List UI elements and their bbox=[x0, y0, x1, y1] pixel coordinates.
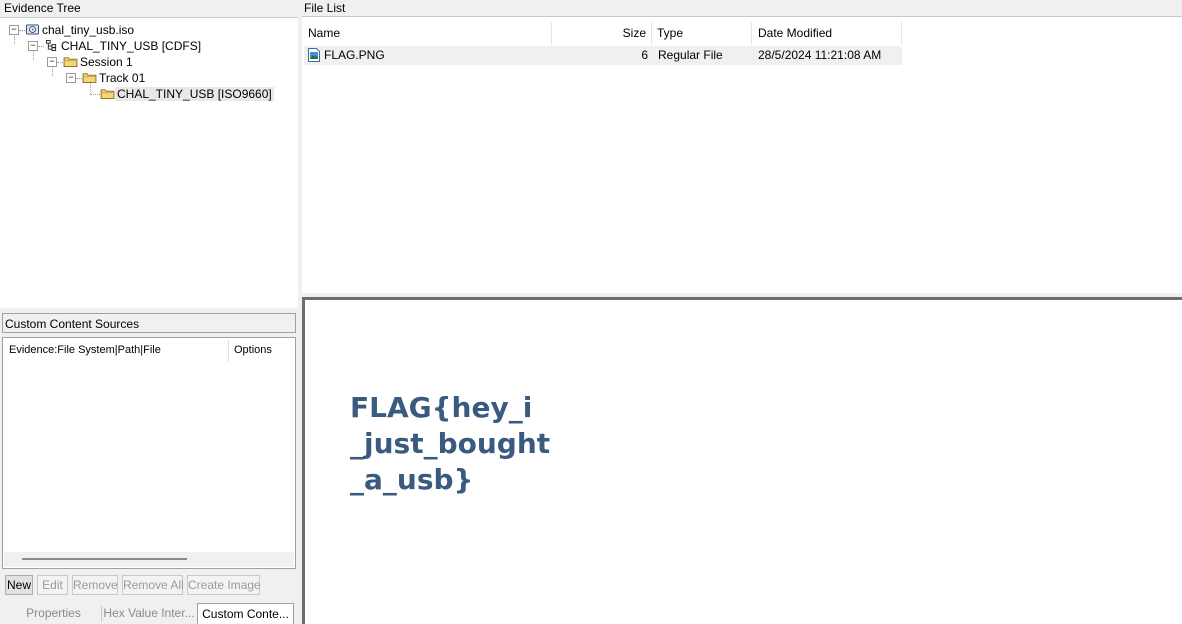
tree-node-iso[interactable]: chal_tiny_usb.iso bbox=[25, 22, 136, 38]
image-file-icon bbox=[308, 48, 320, 62]
file-list-panel: File List Name Size Type Date Modified F… bbox=[302, 0, 1182, 293]
tree-node-session[interactable]: Session 1 bbox=[63, 54, 135, 70]
remove-button[interactable]: Remove bbox=[72, 575, 118, 595]
tree-connector bbox=[33, 51, 34, 60]
flag-line: FLAG{hey_i bbox=[350, 391, 533, 424]
file-date-modified: 28/5/2024 11:21:08 AM bbox=[758, 48, 882, 62]
tree-node-track[interactable]: Track 01 bbox=[82, 70, 147, 86]
folder-icon bbox=[100, 89, 115, 99]
left-column: Evidence Tree − chal_tiny_usb.iso − CHAL… bbox=[0, 0, 300, 624]
create-image-button[interactable]: Create Image bbox=[187, 575, 261, 595]
tab-custom-content[interactable]: Custom Conte... bbox=[197, 603, 294, 624]
tree-node-label: CHAL_TINY_USB [CDFS] bbox=[61, 39, 202, 53]
disk-image-icon bbox=[26, 24, 39, 35]
new-button[interactable]: New bbox=[5, 575, 33, 595]
flag-line: _just_bought bbox=[350, 427, 551, 460]
edit-button[interactable]: Edit bbox=[37, 575, 68, 595]
evidence-tree[interactable]: − chal_tiny_usb.iso − CHAL_TINY_USB [CDF… bbox=[0, 18, 298, 308]
collapse-toggle-icon[interactable]: − bbox=[28, 41, 38, 51]
collapse-toggle-icon[interactable]: − bbox=[47, 57, 57, 67]
collapse-toggle-icon[interactable]: − bbox=[66, 73, 76, 83]
column-divider[interactable] bbox=[228, 340, 229, 362]
tab-properties[interactable]: Properties bbox=[6, 603, 101, 624]
file-type: Regular File bbox=[658, 48, 723, 62]
tab-hex-value-interpreter[interactable]: Hex Value Inter... bbox=[102, 603, 196, 624]
file-row[interactable]: FLAG.PNG 6 Regular File 28/5/2024 11:21:… bbox=[304, 46, 902, 65]
custom-content-sources-title: Custom Content Sources bbox=[2, 313, 296, 333]
tree-node-iso9660[interactable]: CHAL_TINY_USB [ISO9660] bbox=[100, 86, 274, 102]
tree-node-cdfs[interactable]: CHAL_TINY_USB [CDFS] bbox=[44, 38, 203, 54]
column-header-name[interactable]: Name bbox=[304, 22, 552, 44]
tree-connector bbox=[14, 36, 15, 44]
collapse-toggle-icon[interactable]: − bbox=[9, 25, 19, 35]
tree-node-label: CHAL_TINY_USB [ISO9660] bbox=[115, 87, 274, 101]
ccs-column-header: Evidence:File System|Path|File Options bbox=[3, 338, 295, 364]
custom-content-sources-list[interactable]: Evidence:File System|Path|File Options bbox=[2, 337, 296, 569]
evidence-tree-title: Evidence Tree bbox=[0, 0, 298, 18]
file-name: FLAG.PNG bbox=[324, 48, 385, 62]
horizontal-scrollbar[interactable] bbox=[4, 552, 294, 567]
scrollbar-thumb[interactable] bbox=[22, 558, 187, 560]
tree-connector bbox=[52, 67, 53, 76]
column-header-type[interactable]: Type bbox=[652, 22, 752, 44]
tree-node-label: chal_tiny_usb.iso bbox=[42, 23, 135, 37]
filesystem-icon bbox=[46, 40, 57, 51]
column-header-date-modified[interactable]: Date Modified bbox=[752, 22, 902, 44]
ccs-column-evidence[interactable]: Evidence:File System|Path|File bbox=[9, 344, 161, 356]
image-preview-panel: FLAG{hey_i _just_bought _a_usb} bbox=[302, 297, 1182, 624]
ccs-column-options[interactable]: Options bbox=[234, 344, 272, 356]
tree-node-label: Track 01 bbox=[99, 71, 146, 85]
evidence-tree-panel: Evidence Tree − chal_tiny_usb.iso − CHAL… bbox=[0, 0, 299, 308]
file-size: 6 bbox=[641, 48, 648, 62]
tree-connector bbox=[90, 94, 100, 95]
remove-all-button[interactable]: Remove All bbox=[122, 575, 184, 595]
tree-node-label: Session 1 bbox=[80, 55, 133, 69]
flag-line: _a_usb} bbox=[350, 463, 474, 496]
folder-icon bbox=[63, 57, 78, 67]
flag-image-text: FLAG{hey_i _just_bought _a_usb} bbox=[350, 390, 550, 498]
folder-icon bbox=[82, 73, 97, 83]
column-header-size[interactable]: Size bbox=[552, 22, 652, 44]
file-list-title: File List bbox=[302, 0, 1182, 17]
